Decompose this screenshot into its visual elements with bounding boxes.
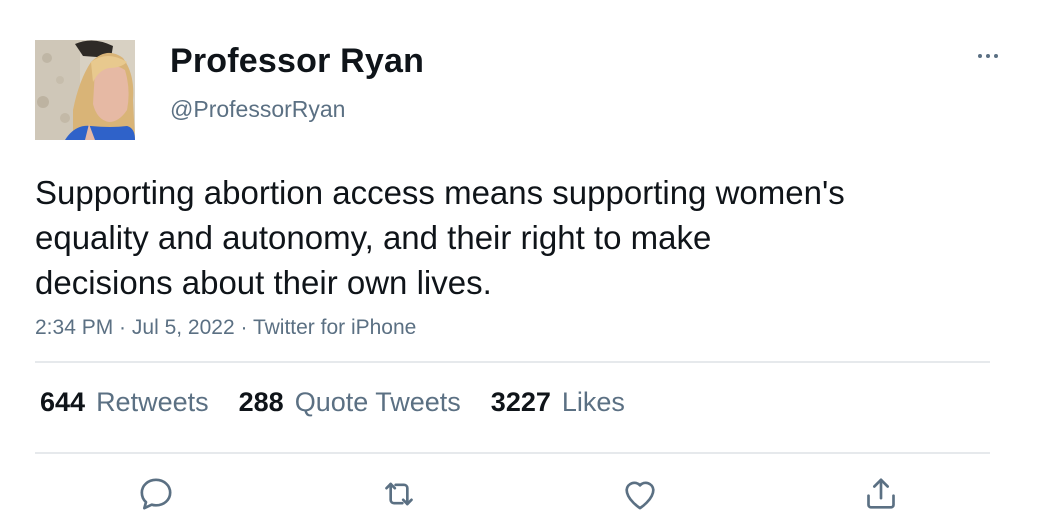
action-bar [0, 470, 1050, 520]
tweet-text: Supporting abortion access means support… [35, 174, 845, 301]
retweets-label: Retweets [96, 387, 209, 417]
avatar[interactable] [35, 40, 135, 140]
engagement-stats: 644 Retweets 288 Quote Tweets 3227 Likes [40, 387, 655, 423]
tweet-meta: 2:34 PM · Jul 5, 2022 · Twitter for iPho… [35, 316, 416, 340]
retweets-stat[interactable]: 644 Retweets [40, 387, 209, 418]
more-options-icon[interactable] [968, 44, 1008, 68]
likes-count: 3227 [490, 387, 551, 417]
tweet-detail: Professor Ryan @ProfessorRyan Supporting… [0, 0, 1050, 525]
tweet-time[interactable]: 2:34 PM [35, 316, 113, 339]
quote-tweets-label: Quote Tweets [294, 387, 461, 417]
likes-stat[interactable]: 3227 Likes [491, 387, 625, 418]
user-handle[interactable]: @ProfessorRyan [170, 96, 345, 123]
quote-tweets-count: 288 [238, 387, 284, 417]
share-icon[interactable] [857, 470, 905, 518]
likes-label: Likes [561, 387, 625, 417]
more-dot [994, 54, 998, 58]
tweet-source[interactable]: Twitter for iPhone [253, 316, 416, 339]
divider [35, 452, 990, 454]
quote-tweets-stat[interactable]: 288 Quote Tweets [239, 387, 461, 418]
reply-icon[interactable] [132, 470, 180, 518]
divider [35, 361, 990, 363]
meta-separator: · [113, 316, 132, 339]
retweet-icon[interactable] [375, 470, 423, 518]
more-dot [978, 54, 982, 58]
meta-separator: · [234, 316, 253, 339]
more-dot [986, 54, 990, 58]
tweet-date[interactable]: Jul 5, 2022 [132, 316, 235, 339]
heart-icon[interactable] [616, 470, 664, 518]
retweets-count: 644 [40, 387, 86, 417]
display-name[interactable]: Professor Ryan [170, 42, 424, 81]
